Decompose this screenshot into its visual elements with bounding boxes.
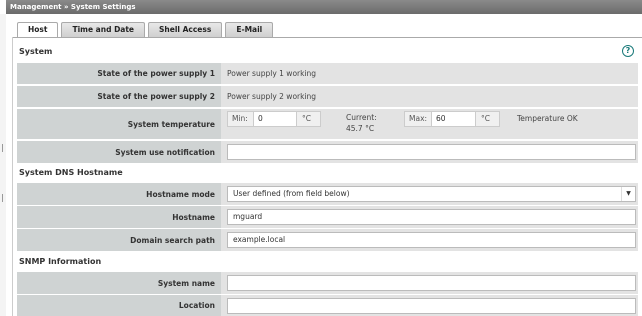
system-temperature-label: System temperature — [17, 109, 221, 139]
power-supply-2-value: Power supply 2 working — [227, 92, 317, 101]
current-label: Current: — [346, 113, 377, 122]
hostname-mode-value: User defined (from field below) — [233, 189, 350, 198]
hostname-mode-label: Hostname mode — [17, 183, 221, 205]
row-hostname-mode: Hostname mode User defined (from field b… — [17, 183, 638, 205]
breadcrumb: Management » System Settings — [6, 0, 642, 14]
tab-email[interactable]: E-Mail — [225, 22, 274, 37]
current-temperature-value: 45.7 °C — [346, 124, 375, 133]
row-system-name: System name — [17, 272, 638, 294]
help-icon[interactable]: ? — [622, 45, 634, 57]
tab-time-and-date[interactable]: Time and Date — [61, 22, 146, 37]
strip-tick — [2, 194, 3, 202]
row-power-supply-2: State of the power supply 2 Power supply… — [17, 86, 638, 107]
content-border — [12, 37, 13, 316]
hostname-label: Hostname — [17, 206, 221, 228]
row-location: Location — [17, 295, 638, 316]
tab-divider — [12, 37, 642, 38]
power-supply-2-label: State of the power supply 2 — [17, 86, 221, 107]
min-label: Min: — [227, 111, 254, 127]
row-system-temperature: System temperature Min: 0 °C Current: 45… — [17, 109, 638, 139]
system-use-notification-input[interactable] — [227, 144, 636, 160]
strip-tick — [2, 144, 3, 152]
temperature-status: Temperature OK — [517, 114, 578, 123]
location-input[interactable] — [227, 298, 636, 314]
domain-search-path-input[interactable]: example.local — [227, 232, 636, 248]
row-system-use-notification: System use notification — [17, 141, 638, 163]
chevron-down-icon[interactable]: ▼ — [621, 187, 635, 201]
row-domain-search-path: Domain search path example.local — [17, 229, 638, 251]
power-supply-1-value: Power supply 1 working — [227, 69, 317, 78]
hostname-input[interactable]: mguard — [227, 209, 636, 225]
power-supply-1-label: State of the power supply 1 — [17, 63, 221, 84]
section-title-dns: System DNS Hostname — [19, 168, 123, 177]
max-temperature-input[interactable]: 60 — [431, 111, 476, 127]
hostname-mode-select[interactable]: User defined (from field below) ▼ — [227, 186, 636, 202]
system-name-input[interactable] — [227, 275, 636, 291]
system-use-notification-label: System use notification — [17, 141, 221, 163]
row-power-supply-1: State of the power supply 1 Power supply… — [17, 63, 638, 84]
min-unit: °C — [296, 111, 321, 127]
section-title-snmp: SNMP Information — [19, 257, 102, 266]
location-label: Location — [17, 295, 221, 316]
tab-bar: Host Time and Date Shell Access E-Mail — [17, 22, 274, 38]
tab-shell-access[interactable]: Shell Access — [148, 22, 223, 37]
left-strip — [0, 14, 6, 316]
max-label: Max: — [404, 111, 432, 127]
section-title-system: System — [19, 47, 53, 56]
tab-host[interactable]: Host — [17, 22, 59, 38]
domain-search-path-label: Domain search path — [17, 229, 221, 251]
min-temperature-input[interactable]: 0 — [253, 111, 297, 127]
system-name-label: System name — [17, 272, 221, 294]
row-hostname: Hostname mguard — [17, 206, 638, 228]
max-unit: °C — [475, 111, 500, 127]
